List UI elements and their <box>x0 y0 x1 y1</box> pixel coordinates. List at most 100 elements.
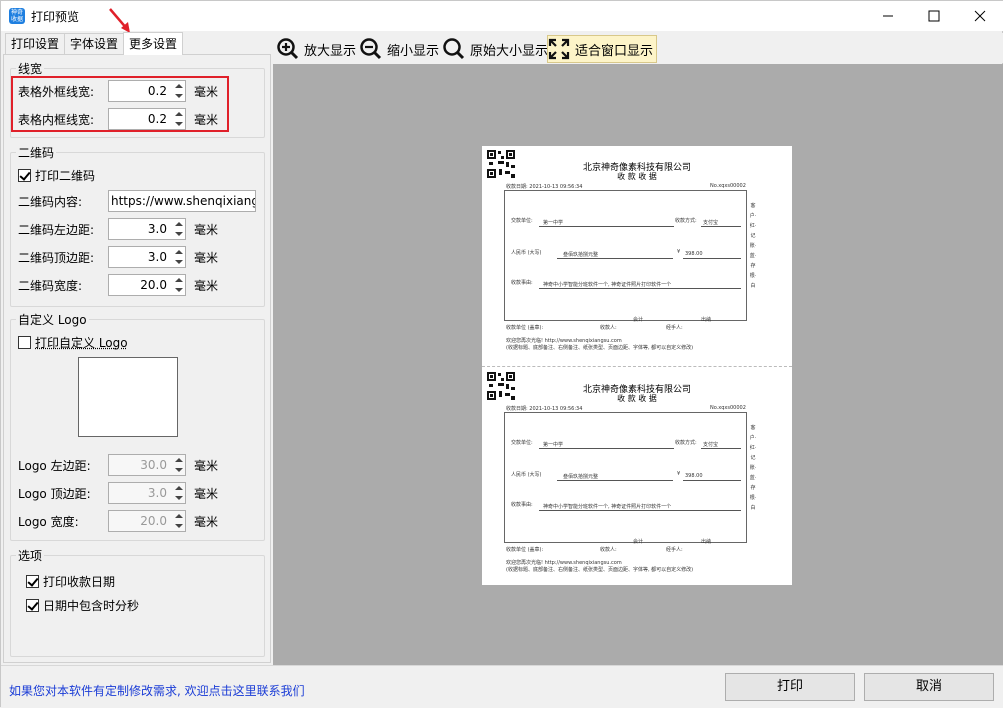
logo-top-spinner[interactable]: 3.0 <box>108 482 186 504</box>
reason-value: 神奇中小学智能分班软件一个, 神奇证件照片打印软件一个 <box>543 282 672 288</box>
unit-label: 毫米 <box>194 458 219 473</box>
unit-label: 毫米 <box>194 222 219 237</box>
print-qrcode-label: 打印二维码 <box>35 168 96 183</box>
qrcode-width-label: 二维码宽度: <box>18 278 83 293</box>
reason-value: 神奇中小学智能分班软件一个, 神奇证件照片打印软件一个 <box>543 504 672 510</box>
qrcode-width-spinner[interactable]: 20.0 <box>108 274 186 296</box>
include-time-checkbox[interactable]: 日期中包含时分秒 <box>26 594 139 616</box>
amount-value: 398.00 <box>685 473 703 479</box>
reason-underline <box>539 288 741 289</box>
spinner-arrows-icon[interactable] <box>175 249 183 265</box>
original-size-label: 原始大小显示 <box>470 43 549 59</box>
footer-line-1: 欢迎您再次光临! http://www.shenqixiangsu.com <box>506 560 622 566</box>
zoom-in-icon <box>277 38 299 60</box>
zoom-out-button[interactable]: 缩小显示 <box>360 35 439 63</box>
accountant-label: 会计 <box>633 317 644 323</box>
maximize-button[interactable] <box>911 1 957 31</box>
minimize-icon <box>883 15 893 17</box>
receipt-frame: 交款单位: 第一中学 收款方式: 支付宝 人民币 (大写) 叁佰玖拾捌元整 ¥ … <box>504 412 747 545</box>
receipt-number: No.xqxs00002 <box>710 183 746 189</box>
method-value: 支付宝 <box>703 442 719 448</box>
amount-cn-value: 叁佰玖拾捌元整 <box>563 252 599 258</box>
amount-underline <box>683 258 741 259</box>
print-date-label: 打印收款日期 <box>43 574 116 589</box>
tab-font-settings[interactable]: 字体设置 <box>64 33 125 55</box>
method-underline <box>701 448 741 449</box>
amount-symbol: ¥ <box>677 471 681 477</box>
preview-paper: 北京神奇像素科技有限公司 收 款 收 据 收款日期: 2021-10-13 09… <box>482 146 792 585</box>
unit-seal-label: 收款单位 (盖章): <box>506 325 544 331</box>
amount-cn-label: 人民币 (大写) <box>511 250 542 256</box>
zoom-in-label: 放大显示 <box>304 43 357 59</box>
logo-left-value: 30.0 <box>140 458 167 472</box>
original-size-button[interactable]: 原始大小显示 <box>443 35 548 63</box>
unit-label: 毫米 <box>194 514 219 529</box>
qrcode-top-spinner[interactable]: 3.0 <box>108 246 186 268</box>
print-date-checkbox[interactable]: 打印收款日期 <box>26 570 115 592</box>
amount-cn-underline <box>557 480 673 481</box>
print-qrcode-checkbox[interactable]: 打印二维码 <box>18 164 95 186</box>
spinner-arrows-icon[interactable] <box>175 277 183 293</box>
unit-seal-label: 收款单位 (盖章): <box>506 547 544 553</box>
tab-print-settings[interactable]: 打印设置 <box>5 33 66 55</box>
receiver-label: 收款人: <box>600 547 617 553</box>
qrcode-left-value: 3.0 <box>147 222 167 236</box>
payer-underline <box>539 448 674 449</box>
amount-cn-underline <box>557 258 673 259</box>
line-width-title: 线宽 <box>16 60 45 77</box>
minimize-button[interactable] <box>865 1 911 31</box>
preview-area[interactable]: 北京神奇像素科技有限公司 收 款 收 据 收款日期: 2021-10-13 09… <box>273 64 1003 665</box>
footer-line-1: 欢迎您再次光临! http://www.shenqixiangsu.com <box>506 338 622 344</box>
method-label: 收款方式: <box>675 218 697 224</box>
method-value: 支付宝 <box>703 220 719 226</box>
payer-value: 第一中学 <box>543 442 564 448</box>
logo-left-spinner[interactable]: 30.0 <box>108 454 186 476</box>
payer-value: 第一中学 <box>543 220 564 226</box>
reason-underline <box>539 510 741 511</box>
logo-title: 自定义 Logo <box>16 311 89 328</box>
spinner-arrows-icon[interactable] <box>175 457 183 473</box>
fit-window-label: 适合窗口显示 <box>575 43 654 59</box>
amount-value: 398.00 <box>685 251 703 257</box>
logo-left-label: Logo 左边距: <box>18 458 91 473</box>
method-underline <box>701 226 741 227</box>
print-logo-checkbox[interactable]: 打印自定义 Logo <box>18 331 128 353</box>
checkbox-checked-icon[interactable] <box>26 574 39 588</box>
zoom-out-label: 缩小显示 <box>387 43 440 59</box>
window-title: 打印预览 <box>31 10 80 24</box>
spinner-arrows-icon[interactable] <box>175 513 183 529</box>
checkbox-checked-icon[interactable] <box>26 598 39 612</box>
zoom-in-button[interactable]: 放大显示 <box>277 35 356 63</box>
preview-toolbar: 放大显示 缩小显示 原始大小显示 适合窗口显示 <box>273 33 1003 63</box>
checkbox-unchecked-icon[interactable] <box>18 335 31 349</box>
settings-tabs: 打印设置 字体设置 更多设置 <box>5 32 184 55</box>
handler-label: 经手人: <box>666 325 683 331</box>
logo-top-label: Logo 顶边距: <box>18 486 91 501</box>
checkbox-checked-icon[interactable] <box>18 168 31 182</box>
tab-more-settings[interactable]: 更多设置 <box>123 32 184 55</box>
print-button[interactable]: 打印 <box>725 673 855 701</box>
qrcode-group: 二维码 打印二维码 二维码内容: https://www.shenqixiang… <box>10 144 265 307</box>
qrcode-content-input[interactable]: https://www.shenqixiangs <box>108 190 256 212</box>
logo-width-label: Logo 宽度: <box>18 514 79 529</box>
qrcode-left-spinner[interactable]: 3.0 <box>108 218 186 240</box>
logo-width-spinner[interactable]: 20.0 <box>108 510 186 532</box>
amount-cn-label: 人民币 (大写) <box>511 472 542 478</box>
reason-label: 收款事由: <box>511 280 533 286</box>
contact-link[interactable]: 如果您对本软件有定制修改需求, 欢迎点击这里联系我们 <box>9 682 305 699</box>
logo-preview-box[interactable] <box>78 357 178 437</box>
fit-window-button[interactable]: 适合窗口显示 <box>547 35 658 63</box>
spinner-arrows-icon[interactable] <box>175 485 183 501</box>
payer-label: 交款单位: <box>511 218 533 224</box>
close-button[interactable] <box>957 1 1003 31</box>
receipt-date: 收款日期: 2021-10-13 09:56:34 <box>506 184 583 190</box>
receipt-copy-1: 北京神奇像素科技有限公司 收 款 收 据 收款日期: 2021-10-13 09… <box>482 146 792 361</box>
receipt-copy-2: 北京神奇像素科技有限公司 收 款 收 据 收款日期: 2021-10-13 09… <box>482 368 792 583</box>
include-time-label: 日期中包含时分秒 <box>43 598 140 613</box>
spinner-arrows-icon[interactable] <box>175 221 183 237</box>
receipt-frame: 交款单位: 第一中学 收款方式: 支付宝 人民币 (大写) 叁佰玖拾捌元整 ¥ … <box>504 190 747 323</box>
amount-underline <box>683 480 741 481</box>
cashier-label: 出纳 <box>701 317 712 323</box>
print-logo-label: 打印自定义 Logo <box>35 335 128 350</box>
cancel-button[interactable]: 取消 <box>864 673 994 701</box>
